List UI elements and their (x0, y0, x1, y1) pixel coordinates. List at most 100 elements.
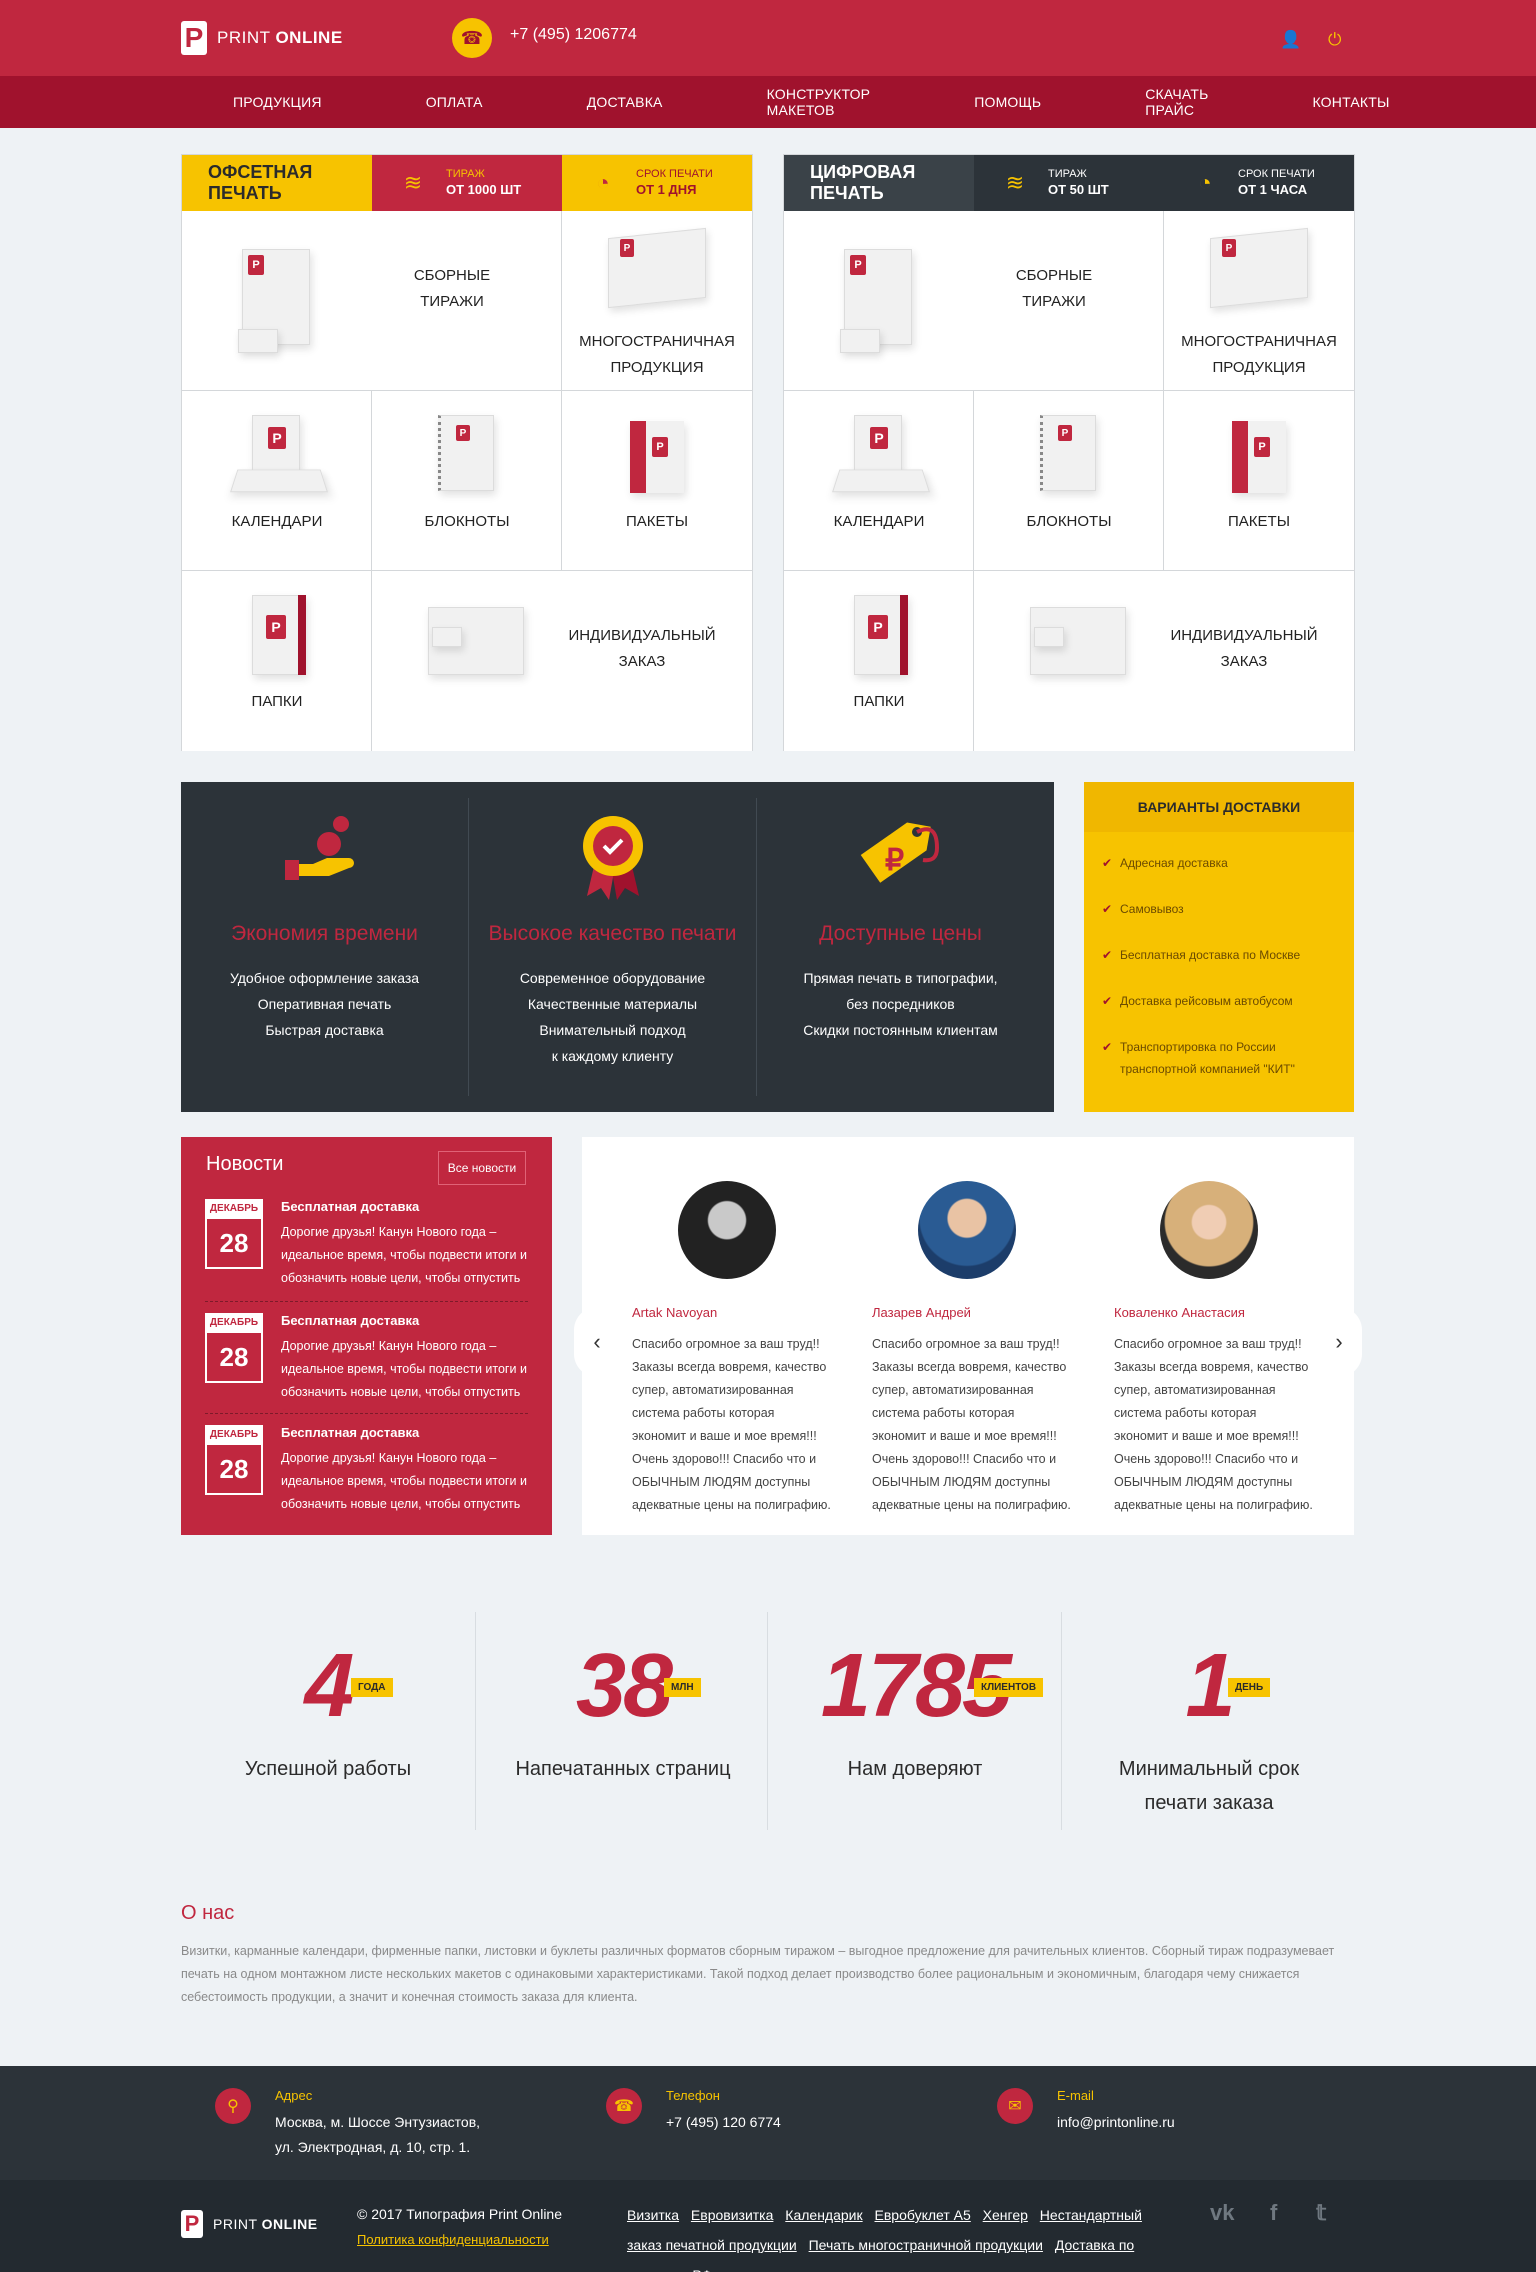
features-panel: Экономия времени Удобное оформление зака… (181, 782, 1054, 1112)
header-phone[interactable]: +7 (495) 1206774 (510, 26, 637, 44)
date-badge: ДЕКАБРЬ 28 (205, 1199, 263, 1279)
delivery-item: Транспортировка по России транспортной к… (1102, 1036, 1342, 1080)
product-label: БЛОКНОТЫ (1026, 513, 1112, 530)
digital-run: ≋ ТИРАЖ ОТ 50 ШТ (974, 155, 1164, 211)
product-label: МНОГОСТРАНИЧНАЯ ПРОДУКЦИЯ (1181, 333, 1337, 376)
facebook-icon[interactable]: f (1270, 2200, 1277, 2226)
logo-text: PRINT ONLINE (217, 28, 343, 47)
footer-logo[interactable]: P PRINT ONLINE (181, 2206, 318, 2242)
review-text: Спасибо огромное за ваш труд!! Заказы вс… (872, 1337, 1071, 1512)
reviews-panel: Artak Navoyan Спасибо огромное за ваш тр… (582, 1137, 1354, 1535)
offset-print-block: ОФСЕТНАЯ ПЕЧАТЬ ≋ ТИРАЖ ОТ 1000 ШТ ◔ СРОК… (181, 154, 753, 751)
offset-term: ◔ СРОК ПЕЧАТИ ОТ 1 ДНЯ (562, 155, 752, 211)
offset-title: ОФСЕТНАЯ ПЕЧАТЬ (182, 155, 372, 211)
product-bags[interactable]: P ПАКЕТЫ (1164, 391, 1354, 571)
product-label: СБОРНЫЕ ТИРАЖИ (413, 267, 491, 310)
nav-item-contacts[interactable]: КОНТАКТЫ (1260, 94, 1441, 110)
power-icon[interactable]: ⏻ (1328, 30, 1341, 50)
date-badge: ДЕКАБРЬ 28 (205, 1425, 263, 1505)
product-label: БЛОКНОТЫ (424, 513, 510, 530)
product-multipage[interactable]: P МНОГОСТРАНИЧНАЯ ПРОДУКЦИЯ (1164, 211, 1354, 391)
product-bags[interactable]: P ПАКЕТЫ (562, 391, 752, 571)
layers-icon: ≋ (1005, 170, 1025, 195)
delivery-item: Адресная доставка (1102, 852, 1342, 874)
nav-item-delivery[interactable]: ДОСТАВКА (535, 94, 715, 110)
product-sborn[interactable]: P СБОРНЫЕ ТИРАЖИ (182, 211, 562, 391)
next-arrow-button[interactable]: › (1316, 1307, 1362, 1377)
footer-link[interactable]: Евробуклет А5 (875, 2207, 971, 2223)
review-name: Лазарев Андрей (872, 1305, 971, 1320)
delivery-title: ВАРИАНТЫ ДОСТАВКИ (1084, 782, 1354, 832)
nav-item-constructor[interactable]: КОНСТРУКТОР МАКЕТОВ (715, 86, 923, 118)
footer-link[interactable]: Календарик (785, 2207, 862, 2223)
phone-icon: ☎ (606, 2088, 642, 2124)
footer-link[interactable]: Печать многостраничной продукции (809, 2237, 1043, 2253)
avatar (1160, 1181, 1258, 1279)
product-calendars[interactable]: P КАЛЕНДАРИ (784, 391, 974, 571)
delivery-item: Бесплатная доставка по Москве (1102, 944, 1342, 966)
product-custom[interactable]: ИНДИВИДУАЛЬНЫЙ ЗАКАЗ (974, 571, 1354, 751)
twitter-icon[interactable]: 𝕥 (1316, 2200, 1326, 2226)
product-label: СБОРНЫЕ ТИРАЖИ (1015, 267, 1093, 310)
delivery-item: Самовывоз (1102, 898, 1342, 920)
news-title: Новости (206, 1153, 284, 1175)
prev-arrow-button[interactable]: ‹ (574, 1307, 620, 1377)
layers-icon: ≋ (403, 170, 423, 195)
product-label: ИНДИВИДУАЛЬНЫЙ ЗАКАЗ (1170, 627, 1318, 670)
nav-item-products[interactable]: ПРОДУКЦИЯ (181, 94, 374, 110)
product-label: КАЛЕНДАРИ (833, 513, 925, 530)
footer-email[interactable]: info@printonline.ru (1057, 2110, 1175, 2135)
vk-icon[interactable]: vk (1210, 2200, 1234, 2226)
feature-prices: ₽ Доступные цены Прямая печать в типогра… (757, 782, 1044, 1112)
product-label: ПАПКИ (853, 693, 905, 710)
logo-mark: P (181, 21, 207, 55)
offset-run: ≋ ТИРАЖ ОТ 1000 ШТ (372, 155, 562, 211)
product-label: ИНДИВИДУАЛЬНЫЙ ЗАКАЗ (568, 627, 716, 670)
product-multipage[interactable]: P МНОГОСТРАНИЧНАЯ ПРОДУКЦИЯ (562, 211, 752, 391)
digital-title: ЦИФРОВАЯ ПЕЧАТЬ (784, 155, 974, 211)
product-sborn[interactable]: P СБОРНЫЕ ТИРАЖИ (784, 211, 1164, 391)
product-calendars[interactable]: P КАЛЕНДАРИ (182, 391, 372, 571)
product-label: ПАПКИ (251, 693, 303, 710)
clock-icon: ◔ (1198, 170, 1212, 195)
product-label: МНОГОСТРАНИЧНАЯ ПРОДУКЦИЯ (579, 333, 735, 376)
product-custom[interactable]: ИНДИВИДУАЛЬНЫЙ ЗАКАЗ (372, 571, 752, 751)
avatar (678, 1181, 776, 1279)
product-folders[interactable]: P ПАПКИ (784, 571, 974, 751)
stat-clients: 1785 КЛИЕНТОВ Нам доверяют (768, 1612, 1062, 1830)
all-news-button[interactable]: Все новости (438, 1151, 526, 1185)
footer-phone[interactable]: +7 (495) 120 6774 (666, 2110, 781, 2135)
about-text: Визитки, карманные календари, фирменные … (181, 1944, 1335, 2004)
hand-coin-icon (284, 816, 354, 880)
avatar (918, 1181, 1016, 1279)
about-title: О нас (181, 1902, 235, 1924)
main-nav: ПРОДУКЦИЯ ОПЛАТА ДОСТАВКА КОНСТРУКТОР МА… (181, 76, 1389, 128)
location-icon: ⚲ (215, 2088, 251, 2124)
nav-item-help[interactable]: ПОМОЩЬ (922, 94, 1093, 110)
nav-item-payment[interactable]: ОПЛАТА (374, 94, 535, 110)
award-badge-icon (582, 816, 643, 900)
nav-item-price[interactable]: СКАЧАТЬ ПРАЙС (1093, 86, 1260, 118)
footer-link[interactable]: Визитка (627, 2207, 679, 2223)
digital-term: ◔ СРОК ПЕЧАТИ ОТ 1 ЧАСА (1164, 155, 1354, 211)
svg-text:₽: ₽ (885, 844, 904, 877)
product-notebooks[interactable]: P БЛОКНОТЫ (372, 391, 562, 571)
product-notebooks[interactable]: P БЛОКНОТЫ (974, 391, 1164, 571)
product-label: ПАКЕТЫ (1228, 513, 1290, 530)
product-folders[interactable]: P ПАПКИ (182, 571, 372, 751)
product-label: ПАКЕТЫ (626, 513, 688, 530)
footer-address: Москва, м. Шоссе Энтузиастов, ул. Электро… (275, 2114, 481, 2155)
logo[interactable]: P PRINT ONLINE (181, 20, 343, 56)
privacy-policy-link[interactable]: Политика конфиденциальности (357, 2232, 549, 2247)
clock-icon: ◔ (596, 170, 610, 195)
review-text: Спасибо огромное за ваш труд!! Заказы вс… (1114, 1337, 1313, 1512)
footer-link[interactable]: Евровизитка (691, 2207, 773, 2223)
footer-link[interactable]: Хенгер (983, 2207, 1028, 2223)
user-icon[interactable]: 👤 (1280, 30, 1301, 50)
review-name: Artak Navoyan (632, 1305, 718, 1320)
feature-time: Экономия времени Удобное оформление зака… (181, 782, 468, 1112)
digital-header: ЦИФРОВАЯ ПЕЧАТЬ ≋ ТИРАЖ ОТ 50 ШТ ◔ СРОК П… (784, 155, 1354, 211)
stat-years: 4 ГОДА Успешной работы (244, 1636, 412, 1780)
review-name: Коваленко Анастасия (1114, 1305, 1245, 1320)
delivery-panel: ВАРИАНТЫ ДОСТАВКИ Адресная доставка Само… (1084, 782, 1354, 1112)
